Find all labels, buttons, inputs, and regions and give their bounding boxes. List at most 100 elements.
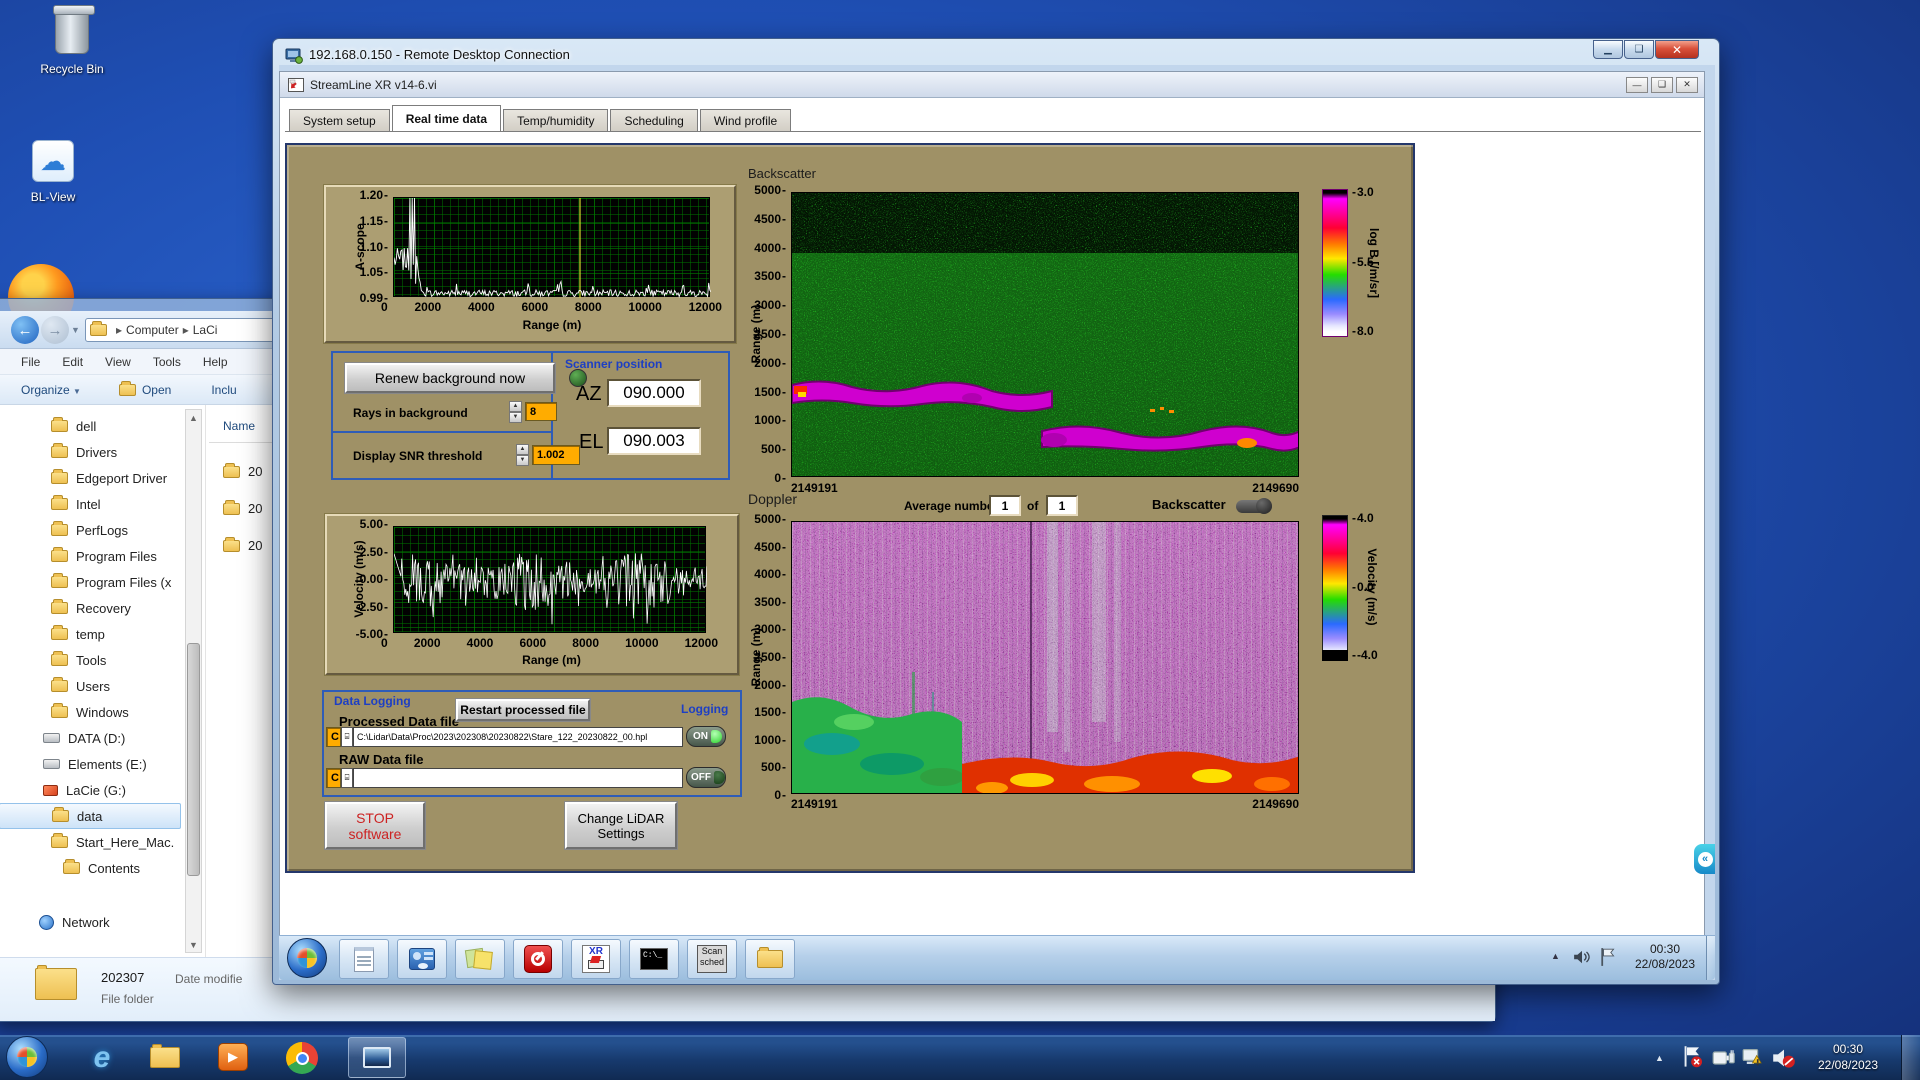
menu-file[interactable]: File <box>21 355 40 369</box>
lv-close-button[interactable]: ✕ <box>1676 77 1698 93</box>
breadcrumb-computer[interactable]: Computer <box>126 323 179 337</box>
taskbar-cmd-button[interactable]: C:\_ <box>629 939 679 979</box>
average-number-value[interactable]: 1 <box>989 495 1021 516</box>
open-button[interactable]: Open <box>142 383 171 397</box>
backscatter-toggle[interactable] <box>1236 500 1272 513</box>
tree-item-data[interactable]: data <box>0 803 181 829</box>
taskbar-streamline-xr-button[interactable]: XR <box>571 939 621 979</box>
renew-background-button[interactable]: Renew background now <box>345 363 555 393</box>
raw-drive-selector[interactable]: C <box>326 768 341 788</box>
snr-value[interactable]: 1.002 <box>532 445 580 465</box>
tree-item-perflogs[interactable]: PerfLogs <box>0 517 181 543</box>
raw-browse-icon[interactable]: ⌸ <box>341 768 353 788</box>
doppler-heatmap[interactable] <box>791 521 1299 794</box>
tree-item-intel[interactable]: Intel <box>0 491 181 517</box>
tree-item-contents[interactable]: Contents <box>0 855 181 881</box>
close-button[interactable]: ✕ <box>1655 40 1699 59</box>
az-value[interactable]: 090.000 <box>607 379 701 407</box>
breadcrumb[interactable]: ▸ Computer ▸ LaCi <box>85 318 277 342</box>
show-desktop-button[interactable] <box>1901 1035 1920 1080</box>
host-volume-muted-icon[interactable] <box>1772 1046 1796 1070</box>
scrollbar-thumb[interactable] <box>187 643 200 876</box>
tree-scrollbar[interactable]: ▲ ▼ <box>185 409 202 953</box>
minimize-button[interactable]: ▁ <box>1593 40 1623 59</box>
rays-value[interactable]: 8 <box>525 402 557 421</box>
processed-browse-icon[interactable]: ⌸ <box>341 727 353 747</box>
rdp-taskbar-button[interactable] <box>348 1037 406 1078</box>
tree-item-users[interactable]: Users <box>0 673 181 699</box>
host-clock[interactable]: 00:3022/08/2023 <box>1802 1041 1894 1073</box>
average-total-value[interactable]: 1 <box>1046 495 1078 516</box>
tree-item-network[interactable]: Network <box>0 909 181 935</box>
scroll-down-icon[interactable]: ▼ <box>186 940 201 950</box>
taskbar-notepad-button[interactable] <box>339 939 389 979</box>
restart-processed-button[interactable]: Restart processed file <box>456 699 590 721</box>
organize-button[interactable]: Organize ▼ <box>21 383 81 397</box>
lv-restore-button[interactable]: ❑ <box>1651 77 1673 93</box>
snr-stepper[interactable]: ▲▼ <box>516 444 529 464</box>
back-button[interactable]: ← <box>11 316 39 344</box>
explorer-taskbar-icon[interactable] <box>150 1047 180 1068</box>
tree-item-temp[interactable]: temp <box>0 621 181 647</box>
tree-item-drivers[interactable]: Drivers <box>0 439 181 465</box>
start-button[interactable] <box>6 1036 48 1078</box>
menu-help[interactable]: Help <box>203 355 228 369</box>
blview-shortcut[interactable]: ☁ BL-View <box>8 140 98 204</box>
logging-on-switch[interactable]: ON <box>686 726 726 747</box>
processed-drive-selector[interactable]: C <box>326 727 341 747</box>
nav-dropdown-icon[interactable]: ▼ <box>71 325 80 335</box>
breadcrumb-drive[interactable]: LaCi <box>193 323 218 337</box>
remote-show-desktop[interactable] <box>1706 936 1715 980</box>
taskbar-sticky-notes-button[interactable] <box>455 939 505 979</box>
tab-system-setup[interactable]: System setup <box>289 109 390 131</box>
lv-minimize-button[interactable]: — <box>1626 77 1648 93</box>
menu-view[interactable]: View <box>105 355 131 369</box>
internet-explorer-icon[interactable]: e <box>84 1041 120 1075</box>
recycle-bin-shortcut[interactable]: Recycle Bin <box>27 10 117 76</box>
ascope-plot[interactable] <box>393 197 710 297</box>
tab-temp-humidity[interactable]: Temp/humidity <box>503 109 608 131</box>
taskbar-explorer-button[interactable] <box>745 939 795 979</box>
tab-real-time-data[interactable]: Real time data <box>392 105 501 131</box>
tree-item-elements-e[interactable]: Elements (E:) <box>0 751 181 777</box>
tree-item-tools[interactable]: Tools <box>0 647 181 673</box>
tree-item-lacie-g[interactable]: LaCie (G:) <box>0 777 181 803</box>
forward-button[interactable]: → <box>41 316 69 344</box>
host-tray-expand-icon[interactable]: ▲ <box>1655 1053 1664 1063</box>
tray-expand-icon[interactable]: ▲ <box>1551 951 1560 961</box>
remote-clock[interactable]: 00:3022/08/2023 <box>1624 942 1706 972</box>
tree-item-start-here-mac[interactable]: Start_Here_Mac. <box>0 829 181 855</box>
host-network-warning-icon[interactable] <box>1742 1046 1766 1070</box>
tree-item-recovery[interactable]: Recovery <box>0 595 181 621</box>
tree-item-program-files[interactable]: Program Files <box>0 543 181 569</box>
scroll-up-icon[interactable]: ▲ <box>186 410 201 423</box>
menu-edit[interactable]: Edit <box>62 355 83 369</box>
processed-path-field[interactable]: C:\Lidar\Data\Proc\2023\202308\20230822\… <box>353 727 683 747</box>
restore-button[interactable]: ❑ <box>1624 40 1654 59</box>
chrome-icon[interactable] <box>286 1042 318 1074</box>
host-flag-error-icon[interactable] <box>1682 1045 1704 1069</box>
change-lidar-settings-button[interactable]: Change LiDARSettings <box>565 802 677 849</box>
backscatter-heatmap[interactable] <box>791 192 1299 477</box>
taskbar-measurement-button[interactable] <box>397 939 447 979</box>
tab-scheduling[interactable]: Scheduling <box>610 109 697 131</box>
host-battery-icon[interactable] <box>1712 1047 1736 1069</box>
raw-path-field[interactable] <box>353 768 683 788</box>
include-button[interactable]: Inclu <box>211 383 236 397</box>
velocity-plot[interactable] <box>393 526 706 633</box>
tree-item-program-files-x[interactable]: Program Files (x <box>0 569 181 595</box>
logging-off-switch[interactable]: OFF <box>686 767 726 788</box>
rays-stepper[interactable]: ▲▼ <box>509 401 522 421</box>
tree-item-windows[interactable]: Windows <box>0 699 181 725</box>
tree-item-data-d[interactable]: DATA (D:) <box>0 725 181 751</box>
tree-item-dell[interactable]: dell <box>0 413 181 439</box>
slideout-arrow-icon[interactable]: « <box>1694 844 1715 874</box>
taskbar-scan-scheduler-button[interactable]: Scansched <box>687 939 737 979</box>
action-center-flag-icon[interactable] <box>1599 947 1617 967</box>
menu-tools[interactable]: Tools <box>153 355 181 369</box>
media-player-icon[interactable]: ▶ <box>218 1043 248 1071</box>
stop-software-button[interactable]: STOPsoftware <box>325 802 425 849</box>
taskbar-shutdown-button[interactable] <box>513 939 563 979</box>
volume-icon[interactable] <box>1573 948 1591 966</box>
el-value[interactable]: 090.003 <box>607 427 701 455</box>
